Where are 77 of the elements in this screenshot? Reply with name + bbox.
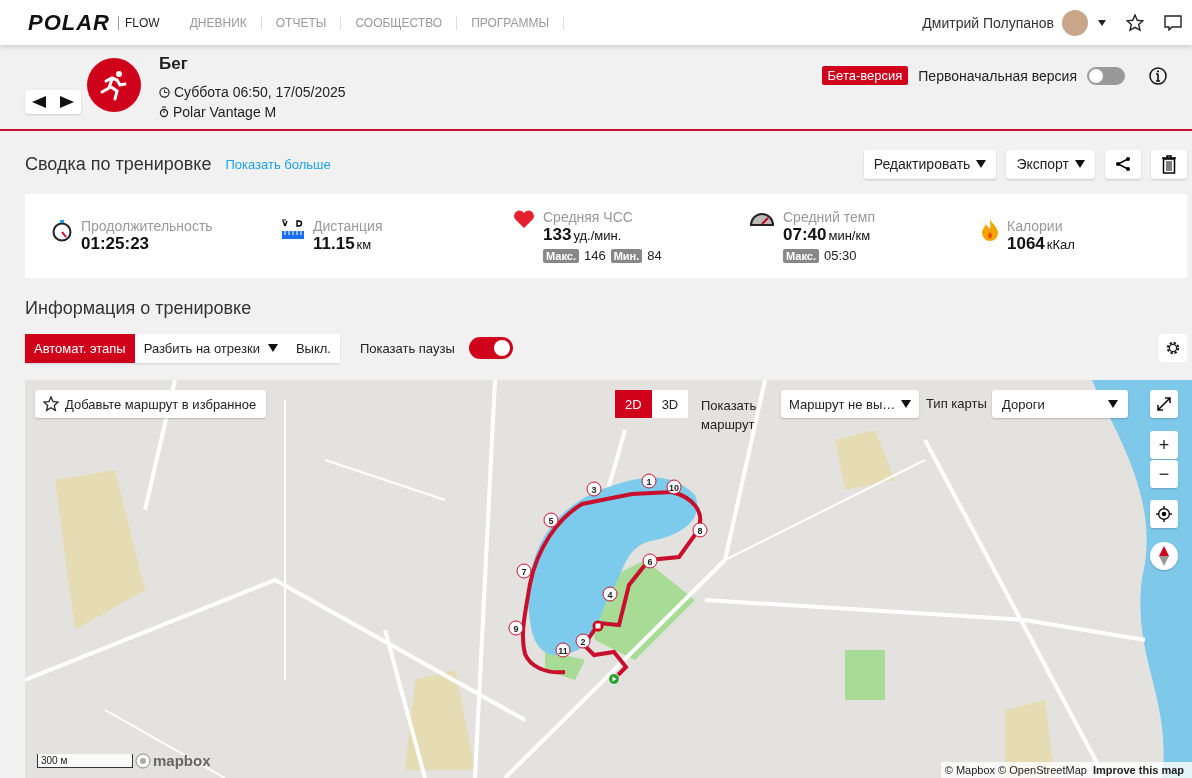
section-title: Сводка по тренировке [25, 153, 212, 175]
watch-icon [159, 106, 169, 118]
settings-button[interactable] [1159, 334, 1187, 362]
stat-value: 133уд./мин. [543, 225, 623, 245]
zoom-in-button[interactable]: + [1150, 431, 1178, 459]
beta-badge: Бета-версия [821, 66, 909, 85]
stat-extra-value: 84 [647, 248, 662, 263]
flame-icon [981, 218, 999, 242]
stat-label: Продолжительность [81, 218, 213, 234]
share-button[interactable] [1105, 149, 1141, 179]
improve-map-link[interactable]: Improve this map [1092, 764, 1184, 776]
map-attribution: © Mapbox © OpenStreetMap [944, 764, 1087, 776]
pauses-label: Показать паузы [359, 340, 455, 356]
stat-label: Средний темп [783, 209, 876, 225]
info-icon[interactable] [1149, 66, 1167, 85]
product-name: FLOW [118, 15, 160, 30]
segment-tab[interactable]: Разбить на отрезки [134, 333, 287, 363]
segment-tab[interactable]: Выкл. [286, 333, 340, 363]
stat-label: Калории [1007, 218, 1064, 234]
stat-tag: Макс. [783, 248, 819, 263]
left-arrow-icon [32, 96, 46, 108]
start-marker-icon [608, 673, 620, 685]
legacy-toggle[interactable] [1087, 66, 1125, 85]
caret-icon [901, 399, 912, 409]
caret-icon[interactable] [1098, 19, 1106, 26]
stat-value: 1064кКал [1007, 234, 1075, 254]
stat-tag: Мин. [610, 248, 643, 263]
view-mode-tab[interactable]: 3D [651, 390, 689, 418]
stop-marker-icon [592, 620, 604, 632]
delete-button[interactable] [1151, 149, 1187, 179]
star-icon[interactable] [1126, 13, 1144, 32]
show-route-label: Показать маршрут [701, 397, 758, 434]
caret-icon [1075, 159, 1085, 169]
expand-icon [1156, 396, 1172, 412]
stat-value: 11.15 км [313, 234, 373, 254]
pauses-toggle[interactable] [468, 337, 513, 359]
star-icon [43, 396, 59, 412]
stat-value: 01:25:23 [81, 234, 151, 254]
stat-value: 07:40 мин/км [783, 225, 872, 245]
target-icon [1156, 505, 1172, 523]
stat-tag: Макс. [543, 248, 579, 263]
stat-extra-value: 146 [583, 248, 606, 263]
share-icon [1115, 156, 1131, 172]
date-time: Суббота 06:50, 17/05/2025 [174, 84, 346, 100]
stat-extra-value: 05:30 [823, 248, 857, 263]
heart-icon [513, 209, 535, 229]
user-name[interactable]: Дмитрий Полупанов [922, 14, 1054, 31]
fullscreen-button[interactable] [1150, 390, 1178, 418]
legacy-label: Первоначальная версия [918, 67, 1077, 84]
caret-icon [1108, 399, 1118, 409]
locate-button[interactable] [1150, 500, 1178, 528]
map-type-label: Тип карты [926, 396, 987, 411]
right-arrow-icon [60, 96, 74, 108]
zoom-out-button[interactable]: − [1150, 460, 1178, 488]
device-name: Polar Vantage M [173, 104, 277, 120]
stopwatch-icon [51, 218, 73, 242]
brand-logo[interactable]: POLAR [28, 9, 110, 36]
chat-icon[interactable] [1164, 14, 1182, 31]
section-title: Информация о тренировке [24, 297, 253, 319]
view-mode-tab[interactable]: 2D [615, 390, 652, 418]
segment-tab[interactable]: Автомат. этапы [25, 333, 135, 363]
favorite-button[interactable]: Добавьте маршрут в избранное [35, 390, 267, 418]
clock-icon [159, 86, 170, 98]
dropdown-button[interactable]: Экспорт [1006, 149, 1095, 179]
mapbox-logo[interactable]: mapbox [135, 752, 211, 769]
mapbox-icon [135, 752, 151, 769]
stat-label: Дистанция [313, 218, 383, 234]
dropdown-button[interactable]: Редактировать [863, 149, 997, 179]
stat-label: Средняя ЧСС [543, 209, 634, 225]
trash-icon [1161, 154, 1177, 174]
map-type-select[interactable]: Дороги [992, 390, 1128, 418]
sport-title: Бег [159, 54, 189, 74]
compass-icon [1159, 546, 1169, 566]
map-scale: 300 м [37, 754, 133, 768]
route-select[interactable]: Маршрут не вы… [781, 390, 920, 418]
caret-icon [976, 159, 987, 169]
ruler-icon [281, 218, 305, 242]
